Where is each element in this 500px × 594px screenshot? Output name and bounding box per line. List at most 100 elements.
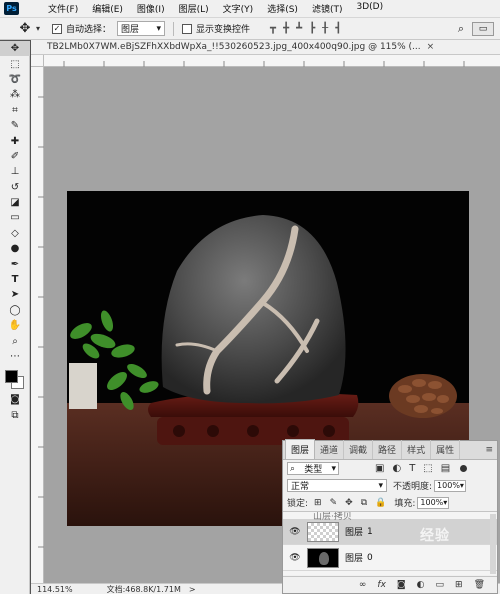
layer-list-scrollbar[interactable] bbox=[490, 514, 496, 574]
zoom-level[interactable]: 114.51% bbox=[37, 585, 73, 594]
opacity-input[interactable]: 100% ▾ bbox=[434, 479, 467, 492]
visibility-eye-icon[interactable]: 👁 bbox=[283, 527, 307, 537]
add-mask-icon[interactable]: ◙ bbox=[397, 580, 406, 590]
tab-adjustments[interactable]: 调截 bbox=[344, 440, 374, 459]
horizontal-ruler[interactable] bbox=[44, 55, 500, 67]
menu-filter[interactable]: 滤镜(T) bbox=[305, 2, 350, 15]
marquee-tool-icon[interactable]: ⬚ bbox=[0, 56, 30, 71]
layer-filter-dropdown[interactable]: ⌕ 类型 ▾ bbox=[287, 462, 339, 475]
menu-file[interactable]: 文件(F) bbox=[41, 2, 85, 15]
lock-position-icon[interactable]: ✥ bbox=[345, 498, 353, 508]
blur-tool-icon[interactable]: ◇ bbox=[0, 226, 30, 241]
tab-styles[interactable]: 样式 bbox=[402, 440, 432, 459]
screen-mode-icon[interactable]: ⧉ bbox=[0, 408, 30, 423]
tab-channels[interactable]: 通道 bbox=[315, 440, 345, 459]
tab-properties[interactable]: 属性 bbox=[431, 440, 461, 459]
align-vcenter-icon[interactable]: ╋ bbox=[283, 23, 289, 34]
adjustment-layer-icon[interactable]: ◐ bbox=[417, 580, 425, 590]
lock-transparent-icon[interactable]: ⊞ bbox=[314, 498, 322, 508]
link-layers-icon[interactable]: ∞ bbox=[359, 580, 367, 590]
menu-edit[interactable]: 编辑(E) bbox=[85, 2, 130, 15]
menu-layer[interactable]: 图层(L) bbox=[172, 2, 216, 15]
layer-name: 图层 bbox=[345, 554, 364, 564]
eraser-tool-icon[interactable]: ◪ bbox=[0, 195, 30, 210]
eyedropper-tool-icon[interactable]: ✎ bbox=[0, 118, 30, 133]
layer-row[interactable]: 👁 图层 0 bbox=[283, 545, 497, 571]
visibility-eye-icon[interactable]: 👁 bbox=[283, 553, 307, 563]
menu-3d[interactable]: 3D(D) bbox=[349, 2, 390, 15]
zoom-tool-icon[interactable]: ⌕ bbox=[0, 333, 30, 348]
chevron-down-icon: ▾ bbox=[156, 23, 162, 34]
type-filter-icon[interactable]: T bbox=[409, 463, 415, 474]
new-layer-icon[interactable]: ⊞ bbox=[455, 580, 463, 590]
status-menu-arrow-icon[interactable]: > bbox=[189, 585, 196, 594]
healing-brush-tool-icon[interactable]: ✚ bbox=[0, 133, 30, 148]
tool-preset-dropdown-icon[interactable]: ▾ bbox=[36, 24, 40, 33]
crop-tool-icon[interactable]: ⌗ bbox=[0, 103, 30, 118]
delete-layer-icon[interactable]: 🗑 bbox=[474, 580, 485, 590]
smart-object-filter-icon[interactable]: ▤ bbox=[441, 463, 450, 474]
new-group-icon[interactable]: ▭ bbox=[436, 580, 445, 590]
align-left-icon[interactable]: ┣ bbox=[309, 23, 315, 34]
clone-stamp-tool-icon[interactable]: ⊥ bbox=[0, 164, 30, 179]
workspace-button[interactable]: ▭ bbox=[472, 22, 494, 36]
quick-select-tool-icon[interactable]: ⁂ bbox=[0, 87, 30, 102]
align-right-icon[interactable]: ┫ bbox=[335, 23, 341, 34]
align-top-icon[interactable]: ┳ bbox=[270, 23, 276, 34]
move-tool-icon[interactable]: ✥ bbox=[14, 21, 36, 36]
close-icon[interactable]: × bbox=[427, 42, 435, 52]
dodge-tool-icon[interactable]: ● bbox=[0, 241, 30, 256]
layers-panel: 图层 通道 调截 路径 样式 属性 ≡ ⌕ 类型 ▾ ▣ ◐ T ⬚ ▤ 正常 … bbox=[282, 439, 498, 594]
tab-layers[interactable]: 图层 bbox=[285, 439, 316, 459]
align-bottom-icon[interactable]: ┻ bbox=[296, 23, 302, 34]
path-selection-tool-icon[interactable]: ➤ bbox=[0, 287, 30, 302]
tab-paths[interactable]: 路径 bbox=[373, 440, 403, 459]
menu-select[interactable]: 选择(S) bbox=[260, 2, 305, 15]
menu-bar: Ps 文件(F) 编辑(E) 图像(I) 图层(L) 文字(Y) 选择(S) 滤… bbox=[0, 0, 500, 17]
layer-row[interactable]: 👁 图层 1 bbox=[283, 519, 497, 545]
pen-tool-icon[interactable]: ✒ bbox=[0, 256, 30, 271]
lock-all-icon[interactable]: 🔒 bbox=[375, 498, 386, 508]
show-transform-checkbox[interactable] bbox=[182, 23, 193, 34]
layer-filter-value: 类型 bbox=[304, 465, 323, 475]
hand-tool-icon[interactable]: ✋ bbox=[0, 318, 30, 333]
foreground-color-swatch[interactable] bbox=[5, 370, 18, 384]
options-bar: ✥ ▾ ✓ 自动选择： 图层 ▾ 显示变换控件 ┳ ╋ ┻ ┣ ╂ ┫ ⌕ ▭ bbox=[0, 17, 500, 40]
layer-style-icon[interactable]: fx bbox=[377, 580, 386, 590]
menu-type[interactable]: 文字(Y) bbox=[216, 2, 261, 15]
filter-toggle[interactable] bbox=[460, 465, 468, 472]
align-hcenter-icon[interactable]: ╂ bbox=[322, 23, 328, 34]
document-tab-title: TB2LMb0X7WM.eBjSZFhXXbdWpXa_!!530260523.… bbox=[47, 42, 421, 52]
auto-select-label: 自动选择： bbox=[66, 25, 112, 35]
auto-select-checkbox[interactable]: ✓ bbox=[52, 23, 63, 34]
gradient-tool-icon[interactable]: ▭ bbox=[0, 210, 30, 225]
more-tools-icon[interactable]: ⋯ bbox=[0, 349, 30, 364]
menu-items: 文件(F) 编辑(E) 图像(I) 图层(L) 文字(Y) 选择(S) 滤镜(T… bbox=[41, 2, 390, 15]
shape-filter-icon[interactable]: ⬚ bbox=[423, 463, 432, 474]
partial-layer-row[interactable]: 山层·拷贝 bbox=[283, 512, 497, 522]
panel-menu-icon[interactable]: ≡ bbox=[485, 445, 493, 455]
auto-select-target-dropdown[interactable]: 图层 ▾ bbox=[117, 21, 166, 36]
move-tool-icon[interactable]: ✥ bbox=[0, 41, 30, 57]
layer-number: 0 bbox=[367, 552, 373, 563]
lock-artboard-icon[interactable]: ⧉ bbox=[361, 498, 367, 508]
lock-pixels-icon[interactable]: ✎ bbox=[330, 498, 338, 508]
layers-footer: ∞ fx ◙ ◐ ▭ ⊞ 🗑 bbox=[283, 576, 497, 593]
show-transform-label: 显示变换控件 bbox=[196, 25, 251, 35]
document-tab[interactable]: TB2LMb0X7WM.eBjSZFhXXbdWpXa_!!530260523.… bbox=[31, 40, 500, 55]
menu-image[interactable]: 图像(I) bbox=[130, 2, 172, 15]
blend-mode-dropdown[interactable]: 正常 ▾ bbox=[287, 479, 387, 492]
history-brush-tool-icon[interactable]: ↺ bbox=[0, 180, 30, 195]
quick-mask-icon[interactable]: ◙ bbox=[0, 392, 30, 407]
type-tool-icon[interactable]: T bbox=[0, 272, 30, 287]
ellipse-tool-icon[interactable]: ◯ bbox=[0, 303, 30, 318]
brush-tool-icon[interactable]: ✐ bbox=[0, 149, 30, 164]
fill-input[interactable]: 100% ▾ bbox=[417, 496, 450, 509]
lasso-tool-icon[interactable]: ➰ bbox=[0, 72, 30, 87]
adjustment-filter-icon[interactable]: ◐ bbox=[392, 463, 401, 474]
vertical-ruler[interactable] bbox=[31, 67, 44, 583]
watermark: 经验 bbox=[420, 528, 450, 544]
pixel-filter-icon[interactable]: ▣ bbox=[375, 463, 384, 474]
ruler-ticks bbox=[38, 96, 44, 548]
search-icon[interactable]: ⌕ bbox=[458, 22, 464, 36]
